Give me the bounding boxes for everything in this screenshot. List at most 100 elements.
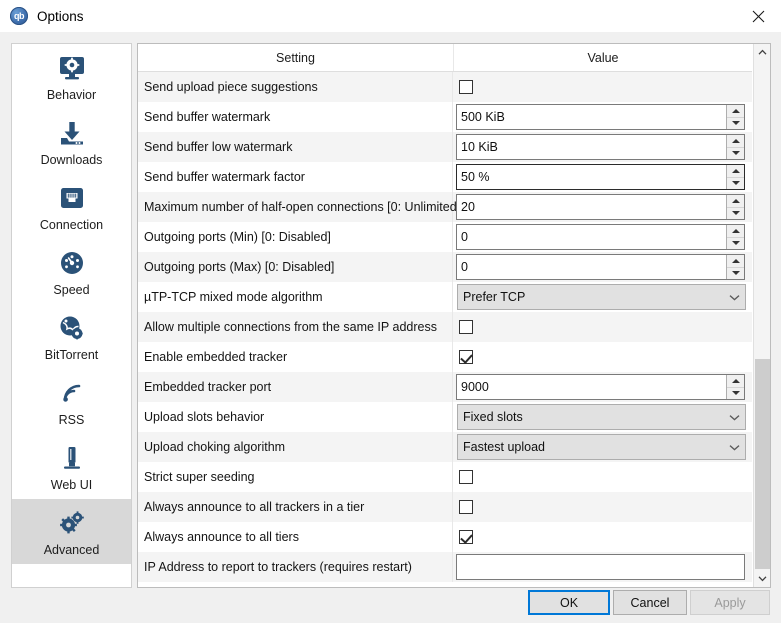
triangle-down-icon [731,391,740,396]
sidebar-item-connection[interactable]: Connection [12,174,131,239]
triangle-down-icon [731,181,740,186]
checkbox-unchecked[interactable] [459,470,473,484]
spin-up-button[interactable] [727,195,744,208]
spinbox-value[interactable]: 50 % [457,165,726,189]
spin-down-button[interactable] [727,238,744,250]
spinbox-value[interactable]: 0 [457,255,726,279]
spinbox[interactable]: 500 KiB [456,104,745,130]
spinbox-value[interactable]: 20 [457,195,726,219]
table-row[interactable]: Send buffer watermark factor 50 % [138,162,752,192]
ok-button[interactable]: OK [528,590,610,615]
spinbox-value[interactable]: 500 KiB [457,105,726,129]
setting-label: Maximum number of half-open connections … [138,192,460,222]
table-row[interactable]: Send buffer watermark 500 KiB [138,102,752,132]
text-input[interactable] [456,554,745,580]
spinbox-buttons [726,135,744,159]
table-row[interactable]: µTP-TCP mixed mode algorithm Prefer TCP [138,282,752,312]
speedometer-icon [55,246,89,280]
chevron-down-icon[interactable] [723,444,745,451]
combobox-value: Fastest upload [463,440,545,454]
checkbox-checked[interactable] [459,530,473,544]
spin-down-button[interactable] [727,268,744,280]
table-row[interactable]: Strict super seeding [138,462,752,492]
setting-label: Enable embedded tracker [138,342,453,372]
apply-button[interactable]: Apply [690,590,770,615]
sidebar-item-behavior[interactable]: Behavior [12,44,131,109]
table-row[interactable]: Always announce to all tiers [138,522,752,552]
value-cell [453,462,752,492]
download-icon [55,116,89,150]
spinbox-value[interactable]: 9000 [457,375,726,399]
triangle-up-icon [731,198,740,203]
scrollbar-thumb[interactable] [755,359,770,569]
spinbox[interactable]: 50 % [456,164,745,190]
value-cell: Fastest upload [453,432,752,462]
spinbox[interactable]: 0 [456,224,745,250]
table-row[interactable]: Outgoing ports (Min) [0: Disabled] 0 [138,222,752,252]
spinbox[interactable]: 10 KiB [456,134,745,160]
table-row[interactable]: Send buffer low watermark 10 KiB [138,132,752,162]
spinbox-value[interactable]: 0 [457,225,726,249]
checkbox-unchecked[interactable] [459,500,473,514]
column-header-value[interactable]: Value [454,44,752,71]
spinbox-buttons [726,225,744,249]
combobox[interactable]: Fastest upload [457,434,746,460]
spin-up-button[interactable] [727,105,744,118]
spin-down-button[interactable] [727,118,744,130]
spin-down-button[interactable] [727,388,744,400]
sidebar-item-downloads[interactable]: Downloads [12,109,131,174]
sidebar-item-advanced[interactable]: Advanced [12,499,131,564]
table-row[interactable]: Allow multiple connections from the same… [138,312,752,342]
window-body: Behavior Downloads Connection Speed BitT… [0,32,781,623]
table-row[interactable]: IP Address to report to trackers (requir… [138,552,752,582]
table-row[interactable]: Maximum number of half-open connections … [138,192,752,222]
column-header-setting[interactable]: Setting [138,44,454,71]
value-cell: 10 KiB [453,132,752,162]
table-row[interactable]: Enable embedded tracker [138,342,752,372]
table-row[interactable]: Always announce to all trackers in a tie… [138,492,752,522]
cancel-button[interactable]: Cancel [613,590,687,615]
spin-down-button[interactable] [727,178,744,190]
sidebar-item-speed[interactable]: Speed [12,239,131,304]
spin-down-button[interactable] [727,208,744,220]
sidebar-item-webui[interactable]: Web UI [12,434,131,499]
monitor-gear-icon [55,51,89,85]
advanced-settings-table: Setting Value Send upload piece suggesti… [137,43,771,588]
setting-label: Send buffer watermark [138,102,453,132]
checkbox-checked[interactable] [459,350,473,364]
setting-label: Send upload piece suggestions [138,72,453,102]
sidebar-item-label: Web UI [50,478,93,492]
spin-down-button[interactable] [727,148,744,160]
sidebar-item-bittorrent[interactable]: BitTorrent [12,304,131,369]
checkbox-unchecked[interactable] [459,320,473,334]
spin-up-button[interactable] [727,135,744,148]
spinbox[interactable]: 9000 [456,374,745,400]
combobox[interactable]: Prefer TCP [457,284,746,310]
setting-label: Outgoing ports (Min) [0: Disabled] [138,222,453,252]
window-title: Options [37,8,84,24]
spinbox[interactable]: 0 [456,254,745,280]
sidebar-item-rss[interactable]: RSS [12,369,131,434]
close-icon[interactable] [735,0,781,32]
table-row[interactable]: Embedded tracker port 9000 [138,372,752,402]
scroll-up-button[interactable] [754,44,770,61]
checkbox-unchecked[interactable] [459,80,473,94]
gears-icon [55,506,89,540]
spin-up-button[interactable] [727,165,744,178]
spinbox-value[interactable]: 10 KiB [457,135,726,159]
table-row[interactable]: Send upload piece suggestions [138,72,752,102]
spin-up-button[interactable] [727,255,744,268]
spin-up-button[interactable] [727,375,744,388]
spinbox-buttons [726,105,744,129]
spinbox-buttons [726,255,744,279]
table-row[interactable]: Upload choking algorithm Fastest upload [138,432,752,462]
table-row[interactable]: Outgoing ports (Max) [0: Disabled] 0 [138,252,752,282]
spin-up-button[interactable] [727,225,744,238]
table-vertical-scrollbar[interactable] [753,44,770,587]
chevron-down-icon[interactable] [723,414,745,421]
spinbox[interactable]: 20 [456,194,745,220]
chevron-down-icon[interactable] [723,294,745,301]
combobox[interactable]: Fixed slots [457,404,746,430]
table-row[interactable]: Upload slots behavior Fixed slots [138,402,752,432]
scroll-down-button[interactable] [754,570,770,587]
